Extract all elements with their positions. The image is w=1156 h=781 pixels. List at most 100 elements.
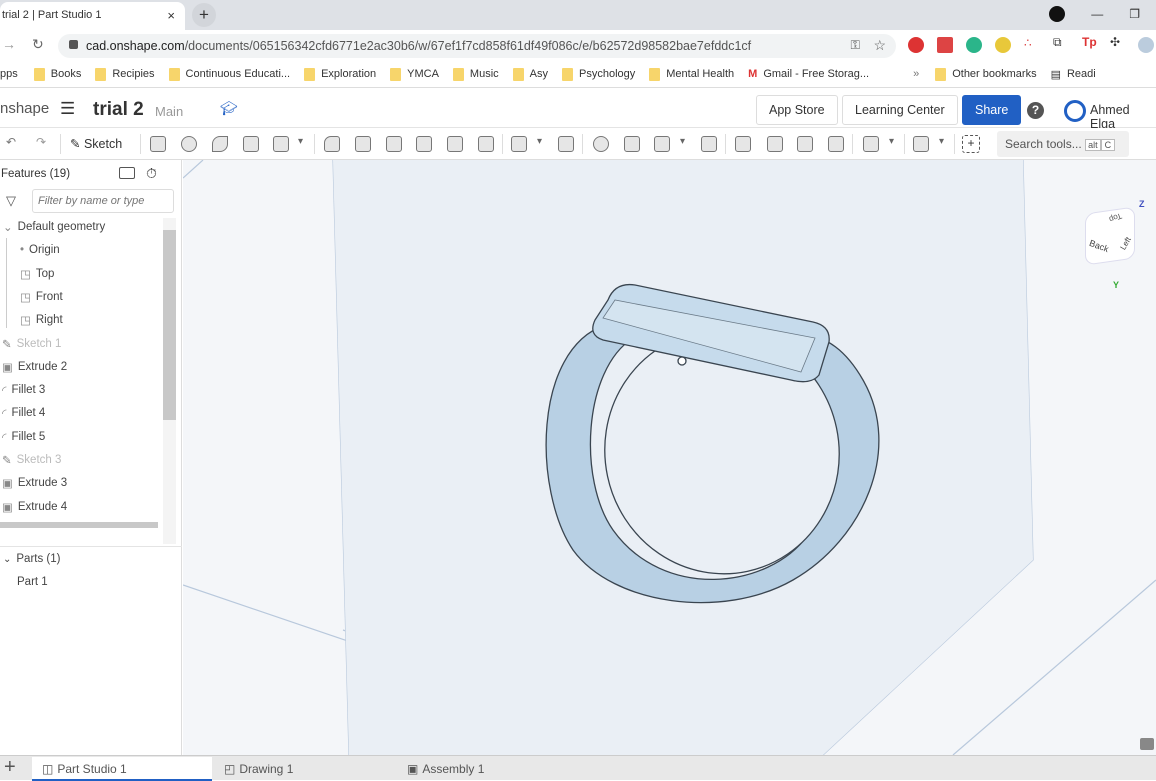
thicken-icon[interactable] bbox=[273, 136, 289, 152]
restore-button[interactable]: ❐ bbox=[1129, 7, 1140, 21]
minimize-button[interactable]: — bbox=[1091, 7, 1103, 21]
feature-item-extrude-3[interactable]: ▣ Extrude 3 bbox=[2, 472, 67, 494]
profile-icon[interactable] bbox=[1138, 37, 1154, 53]
key-icon[interactable]: ⚿ bbox=[850, 38, 860, 53]
extension-icon[interactable] bbox=[937, 37, 953, 53]
feature-item-sketch-3[interactable]: ✎ Sketch 3 bbox=[2, 449, 61, 471]
feature-item-default-geometry[interactable]: ⌄ Default geometry bbox=[3, 216, 105, 238]
loft-icon[interactable] bbox=[243, 136, 259, 152]
search-tools-input[interactable]: Search tools... alt C bbox=[997, 131, 1129, 157]
move-face-icon[interactable] bbox=[797, 136, 813, 152]
copy-icon[interactable]: ⧉ bbox=[1053, 35, 1062, 50]
chevron-down-icon[interactable]: ▾ bbox=[537, 136, 542, 147]
learning-center-button[interactable]: Learning Center bbox=[842, 95, 958, 125]
modify-fillet-icon[interactable] bbox=[735, 136, 751, 152]
more-bookmarks[interactable]: » bbox=[913, 68, 919, 80]
bookmark-apps[interactable]: pps bbox=[0, 68, 18, 80]
chevron-down-icon[interactable]: ▾ bbox=[680, 136, 685, 147]
bookmark[interactable]: Mental Health bbox=[649, 67, 734, 81]
check-extension-icon[interactable] bbox=[995, 37, 1011, 53]
bookmark[interactable]: Asy bbox=[512, 67, 548, 81]
bookmark[interactable]: Recipies bbox=[95, 67, 155, 81]
puzzle-icon[interactable]: ✣ bbox=[1110, 35, 1120, 49]
avatar[interactable] bbox=[1064, 100, 1086, 122]
onshape-logo[interactable]: nshape bbox=[0, 100, 49, 117]
rollback-timer-icon[interactable]: ⏱ bbox=[146, 165, 157, 182]
feature-item-right[interactable]: ◳ Right bbox=[20, 309, 63, 331]
tab-drawing-1[interactable]: ◰ Drawing 1 bbox=[214, 757, 344, 781]
close-tab-icon[interactable]: × bbox=[167, 8, 175, 23]
parts-group[interactable]: ⌄ Parts (1) bbox=[3, 548, 60, 570]
app-store-button[interactable]: App Store bbox=[756, 95, 838, 125]
add-custom-feature-icon[interactable]: + bbox=[962, 135, 980, 153]
feature-item-sketch-1[interactable]: ✎ Sketch 1 bbox=[2, 333, 61, 355]
undo-icon[interactable]: ↶ bbox=[6, 135, 16, 149]
split-icon[interactable] bbox=[624, 136, 640, 152]
menu-icon[interactable]: ☰ bbox=[60, 99, 75, 119]
reload-icon[interactable]: ↻ bbox=[32, 36, 44, 53]
redo-icon[interactable]: ↷ bbox=[36, 135, 46, 149]
mate-connector-icon[interactable] bbox=[913, 136, 929, 152]
rib-icon[interactable] bbox=[416, 136, 432, 152]
feature-item-extrude-2[interactable]: ▣ Extrude 2 bbox=[2, 356, 67, 378]
feature-item-top[interactable]: ◳ Top bbox=[20, 263, 54, 285]
feature-item-fillet-5[interactable]: ◜ Fillet 5 bbox=[2, 426, 45, 448]
help-icon[interactable]: ? bbox=[1027, 102, 1044, 119]
bookmark[interactable]: Music bbox=[452, 67, 499, 81]
plane-icon[interactable] bbox=[863, 136, 879, 152]
new-tab-button[interactable]: + bbox=[192, 3, 216, 27]
forward-icon[interactable]: → bbox=[2, 36, 16, 52]
document-title[interactable]: trial 2 bbox=[93, 99, 144, 121]
transform-icon[interactable] bbox=[654, 136, 670, 152]
part-item[interactable]: Part 1 bbox=[17, 571, 48, 593]
dots-extension-icon[interactable]: ∴ bbox=[1024, 36, 1032, 50]
reading-list[interactable]: ▤ Readi bbox=[1051, 68, 1096, 81]
bookmark-gmail[interactable]: M Gmail - Free Storag... bbox=[748, 68, 869, 80]
extrude-icon[interactable] bbox=[150, 136, 166, 152]
feature-item-fillet-3[interactable]: ◜ Fillet 3 bbox=[2, 379, 45, 401]
shell-icon[interactable] bbox=[447, 136, 463, 152]
tab-part-studio-1[interactable]: ◫ Part Studio 1 bbox=[32, 757, 212, 781]
filter-icon[interactable]: ▽ bbox=[6, 193, 16, 209]
bookmark[interactable]: YMCA bbox=[390, 67, 439, 81]
tab-assembly-1[interactable]: ▣ Assembly 1 bbox=[397, 757, 547, 781]
other-bookmarks[interactable]: Other bookmarks bbox=[935, 67, 1037, 81]
3d-viewport[interactable]: Top Back Left Z Y bbox=[183, 160, 1156, 755]
delete-face-icon[interactable] bbox=[767, 136, 783, 152]
branch-name[interactable]: Main bbox=[155, 104, 183, 119]
browser-tab[interactable]: trial 2 | Part Studio 1 × bbox=[0, 2, 185, 30]
fillet-icon[interactable] bbox=[324, 136, 340, 152]
chevron-down-icon[interactable]: ▾ bbox=[939, 136, 944, 147]
delete-part-icon[interactable] bbox=[701, 136, 717, 152]
horizontal-scrollbar[interactable] bbox=[0, 522, 158, 528]
mirror-icon[interactable] bbox=[558, 136, 574, 152]
grammarly-icon[interactable] bbox=[966, 37, 982, 53]
sketch-button[interactable]: ✎ Sketch bbox=[70, 136, 122, 151]
chevron-down-icon[interactable]: ▾ bbox=[298, 136, 303, 147]
education-icon[interactable]: 🎓︎ bbox=[220, 100, 238, 117]
feature-item-extrude-4[interactable]: ▣ Extrude 4 bbox=[2, 496, 67, 518]
sweep-icon[interactable] bbox=[212, 136, 228, 152]
pattern-icon[interactable] bbox=[511, 136, 527, 152]
boolean-icon[interactable] bbox=[593, 136, 609, 152]
replace-face-icon[interactable] bbox=[828, 136, 844, 152]
feature-filter-input[interactable] bbox=[32, 189, 174, 213]
feature-item-front[interactable]: ◳ Front bbox=[20, 286, 63, 308]
adblock-icon[interactable] bbox=[908, 37, 924, 53]
view-options-icon[interactable] bbox=[1140, 738, 1154, 750]
bookmark[interactable]: Continuous Educati... bbox=[168, 67, 290, 81]
bookmark[interactable]: Psychology bbox=[562, 67, 635, 81]
draft-icon[interactable] bbox=[386, 136, 402, 152]
share-button[interactable]: Share bbox=[962, 95, 1022, 125]
bookmark[interactable]: Exploration bbox=[304, 67, 376, 81]
add-folder-icon[interactable] bbox=[119, 167, 135, 179]
feature-scrollbar[interactable] bbox=[163, 218, 176, 544]
hole-icon[interactable] bbox=[478, 136, 494, 152]
add-tab-button[interactable]: + bbox=[4, 756, 16, 779]
chevron-down-icon[interactable]: ▾ bbox=[889, 136, 894, 147]
revolve-icon[interactable] bbox=[181, 136, 197, 152]
model-canvas[interactable] bbox=[183, 160, 1156, 755]
tp-extension-icon[interactable]: Tp bbox=[1082, 35, 1097, 49]
view-cube[interactable]: Top Back Left Z Y bbox=[1083, 199, 1145, 290]
bookmark[interactable]: Books bbox=[33, 67, 81, 81]
